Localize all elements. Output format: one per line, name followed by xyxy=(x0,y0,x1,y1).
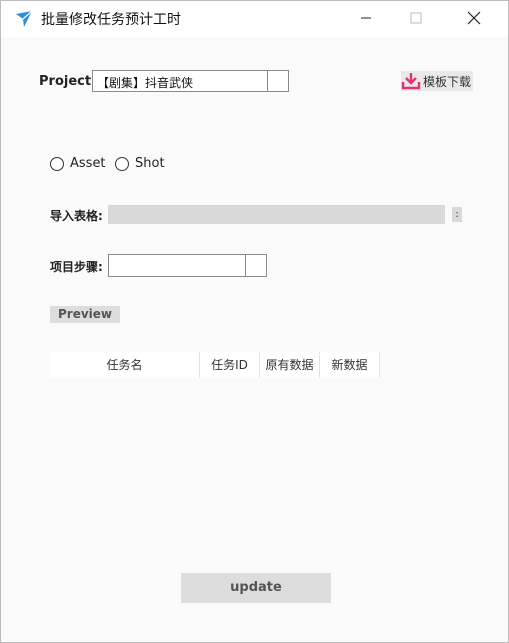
import-file-field[interactable] xyxy=(108,205,445,224)
radio-asset-circle[interactable] xyxy=(50,156,64,171)
radio-asset[interactable]: Asset xyxy=(50,156,106,171)
preview-button[interactable]: Preview xyxy=(50,306,120,323)
step-select[interactable] xyxy=(108,254,267,277)
project-label: Project: xyxy=(39,74,97,89)
maximize-button[interactable] xyxy=(393,1,439,35)
title-bar: 批量修改任务预计工时 xyxy=(1,1,508,37)
import-label: 导入表格: xyxy=(50,209,103,223)
maximize-icon xyxy=(410,12,422,24)
radio-shot-label: Shot xyxy=(135,156,165,171)
column-header-task-name[interactable]: 任务名 xyxy=(50,352,200,378)
app-logo-icon xyxy=(16,10,33,27)
main-window: 批量修改任务预计工时 Project: 【剧集】抖音武侠 模板下载 Asset … xyxy=(0,0,509,643)
column-header-original-data[interactable]: 原有数据 xyxy=(260,352,320,378)
project-select[interactable]: 【剧集】抖音武侠 xyxy=(92,70,289,92)
close-button[interactable] xyxy=(451,1,497,35)
radio-shot[interactable]: Shot xyxy=(115,156,165,171)
download-icon xyxy=(401,73,421,90)
column-header-new-data[interactable]: 新数据 xyxy=(320,352,380,378)
template-download-button[interactable]: 模板下载 xyxy=(401,71,473,91)
column-header-task-id[interactable]: 任务ID xyxy=(200,352,260,378)
radio-shot-circle[interactable] xyxy=(115,156,129,171)
step-label: 项目步骤: xyxy=(50,260,103,274)
project-select-arrow[interactable] xyxy=(267,71,288,91)
close-icon xyxy=(467,11,481,25)
update-button[interactable]: update xyxy=(181,573,331,603)
minimize-icon xyxy=(361,17,371,19)
radio-asset-label: Asset xyxy=(70,156,106,171)
step-select-arrow[interactable] xyxy=(245,255,266,276)
browse-file-button[interactable]: : xyxy=(452,207,462,222)
window-title: 批量修改任务预计工时 xyxy=(41,12,181,28)
table-header: 任务名 任务ID 原有数据 新数据 xyxy=(50,352,380,378)
minimize-button[interactable] xyxy=(343,1,389,35)
template-download-label: 模板下载 xyxy=(423,74,472,89)
project-select-value: 【剧集】抖音武侠 xyxy=(97,76,194,90)
